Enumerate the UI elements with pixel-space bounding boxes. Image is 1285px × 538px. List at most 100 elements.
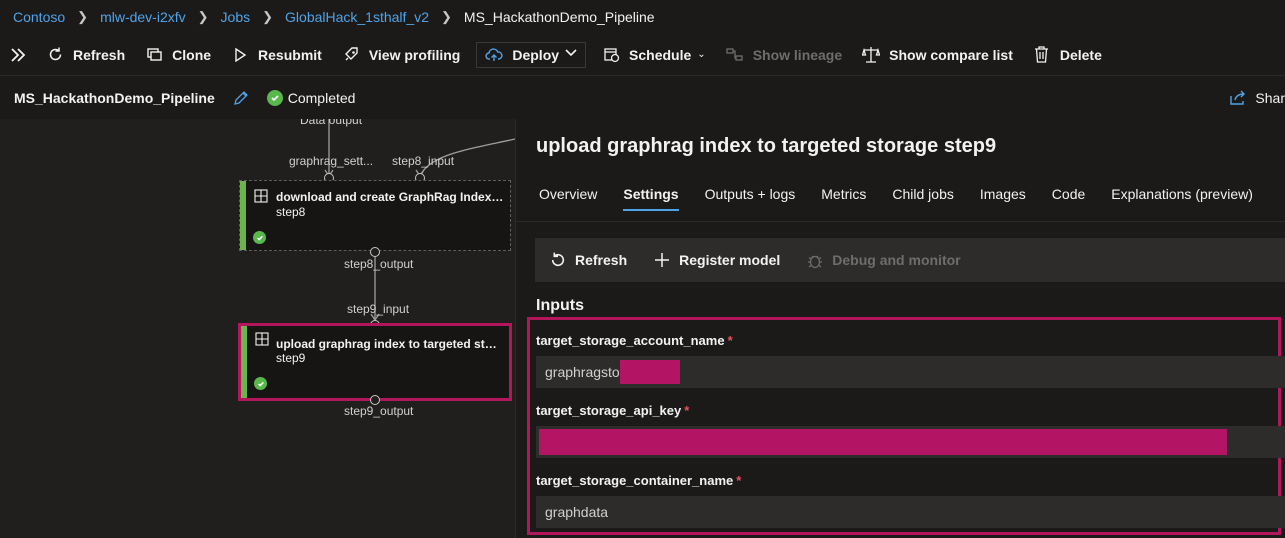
tab-child-jobs[interactable]: Child jobs — [879, 179, 966, 217]
chevron-right-icon: ❯ — [77, 9, 89, 24]
double-chevron-right-icon — [11, 47, 26, 62]
schedule-label: Schedule — [629, 46, 692, 63]
node-step: step8 — [276, 205, 306, 219]
status-text: Completed — [287, 90, 356, 106]
show-lineage-button[interactable]: Show lineage — [716, 34, 852, 76]
edit-icon[interactable] — [233, 90, 249, 106]
check-circle-icon — [254, 377, 267, 390]
register-model-button[interactable]: Register model — [653, 251, 780, 269]
pipeline-canvas[interactable]: Data output graphrag_sett... step8_input… — [0, 119, 515, 538]
clone-icon — [145, 46, 163, 64]
share-icon — [1230, 90, 1246, 105]
breadcrumb-workspace[interactable]: mlw-dev-i2xfv — [100, 9, 186, 25]
component-icon — [254, 189, 268, 203]
play-icon — [231, 46, 249, 64]
chevron-right-icon: ❯ — [197, 9, 209, 24]
tab-metrics[interactable]: Metrics — [808, 179, 879, 217]
expand-button[interactable] — [0, 34, 36, 76]
field-label: target_storage_api_key * — [536, 403, 689, 418]
field-label-text: target_storage_api_key — [536, 403, 682, 418]
tab-explanations[interactable]: Explanations (preview) — [1098, 179, 1266, 217]
tab-code[interactable]: Code — [1039, 179, 1098, 217]
output-port[interactable] — [370, 247, 380, 257]
show-compare-list-button[interactable]: Show compare list — [852, 34, 1023, 76]
port-label: step8_input — [392, 154, 455, 168]
redaction-block — [619, 360, 680, 384]
status-bar — [241, 326, 247, 398]
port-label: step9_input — [347, 302, 410, 316]
breadcrumb-experiment[interactable]: GlobalHack_1sthalf_v2 — [285, 9, 429, 25]
component-icon — [255, 332, 269, 346]
breadcrumb: Contoso ❯ mlw-dev-i2xfv ❯ Jobs ❯ GlobalH… — [0, 0, 1285, 34]
resubmit-button[interactable]: Resubmit — [221, 34, 332, 76]
panel-refresh-label: Refresh — [575, 252, 628, 268]
tab-outputs-logs[interactable]: Outputs + logs — [692, 179, 809, 217]
tab-overview[interactable]: Overview — [526, 179, 610, 217]
settings-toolbar: Refresh Register model Debug and monitor — [535, 238, 1285, 282]
required-marker: * — [727, 333, 733, 348]
register-model-label: Register model — [679, 252, 781, 268]
share-button[interactable]: Shar — [1229, 77, 1285, 119]
node-title: upload graphrag index to targeted stora.… — [276, 337, 504, 351]
schedule-button[interactable]: Schedule ⌄ — [592, 34, 716, 76]
pipeline-node-step8[interactable]: download and create GraphRag Index st...… — [239, 180, 511, 251]
bug-icon — [806, 251, 824, 269]
field-value: graphragsto — [545, 364, 620, 380]
field-label-text: target_storage_container_name — [536, 473, 734, 488]
required-marker: * — [736, 473, 742, 488]
node-title: download and create GraphRag Index st... — [276, 190, 504, 204]
chevron-down-icon — [565, 49, 577, 60]
target-storage-account-field[interactable]: graphragsto — [536, 356, 1285, 388]
field-label: target_storage_container_name * — [536, 473, 741, 488]
tab-divider — [516, 221, 1285, 222]
refresh-button[interactable]: Refresh — [36, 34, 135, 76]
chevron-right-icon: ❯ — [441, 9, 452, 24]
deploy-label: Deploy — [512, 46, 560, 63]
inputs-heading: Inputs — [536, 297, 584, 314]
check-circle-icon — [253, 231, 266, 244]
command-bar: Refresh Clone Resubmit View profiling De… — [0, 34, 1285, 76]
chevron-right-icon: ❯ — [262, 9, 274, 24]
node-step: step9 — [276, 351, 306, 365]
tab-images[interactable]: Images — [967, 179, 1039, 217]
delete-button[interactable]: Delete — [1023, 34, 1112, 76]
rocket-icon — [342, 46, 360, 64]
job-title-row: MS_HackathonDemo_Pipeline Completed Shar — [0, 77, 1285, 119]
port-label: step8_output — [344, 257, 414, 271]
tab-settings[interactable]: Settings — [610, 179, 691, 217]
target-storage-api-key-field[interactable] — [536, 426, 1285, 458]
pipeline-node-step9[interactable]: upload graphrag index to targeted stora.… — [238, 323, 512, 401]
show-lineage-label: Show lineage — [752, 46, 843, 63]
field-label-text: target_storage_account_name — [536, 333, 725, 348]
status-bar — [240, 181, 246, 250]
trash-icon — [1033, 46, 1051, 64]
panel-refresh-button[interactable]: Refresh — [549, 251, 627, 269]
breadcrumb-jobs[interactable]: Jobs — [221, 9, 251, 25]
port-label: step9_output — [344, 404, 414, 418]
delete-label: Delete — [1059, 46, 1102, 63]
chevron-down-icon: ⌄ — [697, 49, 706, 60]
status-badge: Completed — [266, 90, 356, 106]
refresh-icon — [549, 251, 567, 269]
calendar-clock-icon — [602, 46, 620, 64]
refresh-label: Refresh — [73, 46, 126, 63]
pipeline-name: MS_HackathonDemo_Pipeline — [14, 90, 215, 106]
plus-icon — [653, 251, 671, 269]
share-label: Shar — [1255, 90, 1285, 106]
panel-title: upload graphrag index to targeted storag… — [536, 135, 997, 157]
deploy-button[interactable]: Deploy — [476, 41, 587, 68]
refresh-icon — [46, 46, 64, 64]
show-compare-list-label: Show compare list — [889, 46, 1013, 63]
debug-monitor-button[interactable]: Debug and monitor — [806, 251, 961, 269]
clone-button[interactable]: Clone — [135, 34, 221, 76]
field-label: target_storage_account_name * — [536, 333, 733, 348]
target-storage-container-field[interactable]: graphdata — [536, 496, 1285, 528]
required-marker: * — [684, 403, 690, 418]
resubmit-label: Resubmit — [258, 46, 322, 63]
check-circle-icon — [266, 90, 283, 106]
breadcrumb-contoso[interactable]: Contoso — [13, 9, 65, 25]
clone-label: Clone — [172, 46, 212, 63]
port-label: graphrag_sett... — [289, 154, 374, 168]
lineage-icon — [726, 46, 744, 64]
view-profiling-button[interactable]: View profiling — [332, 34, 471, 76]
